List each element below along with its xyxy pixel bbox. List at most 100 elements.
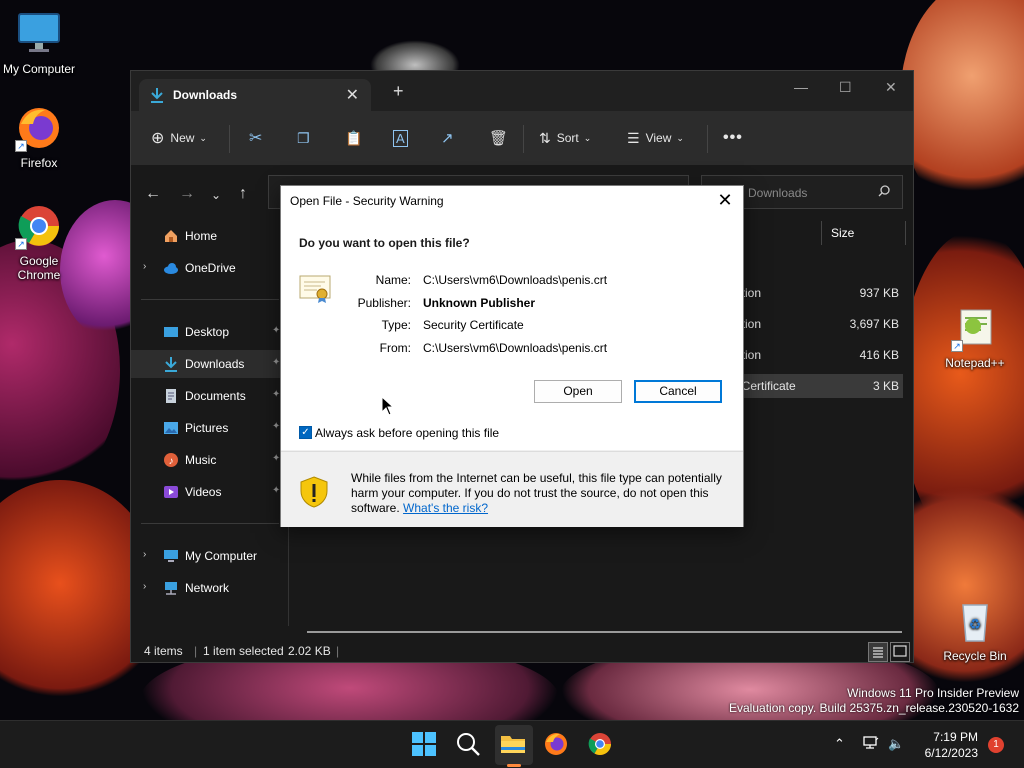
maximize-button[interactable]: ☐: [839, 79, 852, 96]
toolbar-divider: [523, 125, 524, 153]
network-status-icon[interactable]: [863, 736, 879, 753]
search-button[interactable]: [455, 731, 483, 759]
close-window-button[interactable]: ✕: [885, 79, 897, 96]
recent-locations-chevron-icon[interactable]: ⌄: [211, 188, 221, 202]
taskbar-file-explorer[interactable]: [500, 731, 528, 759]
desktop-icon-chrome[interactable]: ↗ Google Chrome: [1, 202, 77, 282]
file-row[interactable]: cation 3,697 KB: [729, 312, 903, 336]
sidebar-item-documents[interactable]: Documents ✦: [131, 382, 289, 410]
file-row[interactable]: cation 416 KB: [729, 343, 903, 367]
sidebar-item-downloads[interactable]: Downloads ✦: [131, 350, 289, 378]
sidebar-item-home[interactable]: Home: [131, 222, 289, 250]
always-ask-label: Always ask before opening this file: [315, 426, 500, 440]
rename-button[interactable]: A: [393, 127, 408, 149]
taskbar-chrome[interactable]: [587, 731, 615, 759]
chevron-right-icon[interactable]: ›: [143, 581, 146, 592]
share-button[interactable]: ↗: [441, 127, 454, 149]
toolbar-divider: [229, 125, 230, 153]
sort-icon: ⇅: [539, 129, 551, 146]
download-icon: [163, 356, 179, 372]
desktop-folder-icon: [163, 324, 179, 340]
chevron-down-icon: ⌄: [676, 132, 684, 143]
system-clock[interactable]: 7:19 PM 6/12/2023: [918, 729, 978, 761]
chevron-right-icon[interactable]: ›: [143, 261, 146, 272]
sidebar-item-music[interactable]: ♪ Music ✦: [131, 446, 289, 474]
show-hidden-icons-chevron-icon[interactable]: ⌃: [834, 736, 845, 752]
more-options-button[interactable]: •••: [723, 127, 743, 149]
up-arrow-icon[interactable]: ↑: [239, 185, 247, 203]
minimize-button[interactable]: —: [794, 79, 808, 95]
view-button[interactable]: ☰ View ⌄: [627, 127, 684, 149]
new-tab-button[interactable]: +: [393, 82, 404, 100]
folder-icon: [501, 736, 525, 753]
column-separator[interactable]: [821, 221, 822, 245]
notification-badge[interactable]: 1: [988, 737, 1004, 753]
sidebar-item-label: Documents: [185, 389, 246, 403]
column-header-size[interactable]: Size: [831, 226, 854, 240]
sort-button[interactable]: ⇅ Sort ⌄: [539, 127, 591, 149]
close-tab-icon[interactable]: ✕: [346, 85, 359, 105]
from-value: C:\Users\vm6\Downloads\penis.crt: [423, 341, 608, 355]
always-ask-checkbox[interactable]: ✓: [299, 426, 312, 439]
sidebar-item-my-computer[interactable]: › My Computer: [131, 542, 289, 570]
plus-circle-icon: ⊕: [151, 130, 165, 147]
video-icon: [163, 484, 179, 500]
column-separator[interactable]: [905, 221, 906, 245]
chevron-right-icon[interactable]: ›: [143, 549, 146, 560]
details-view-button[interactable]: [868, 642, 888, 662]
desktop-icon-recycle-bin[interactable]: ♻ Recycle Bin: [937, 597, 1013, 663]
whats-the-risk-link[interactable]: What's the risk?: [403, 501, 488, 515]
svg-text:♪: ♪: [169, 456, 174, 467]
sidebar-item-network[interactable]: › Network: [131, 574, 289, 602]
taskbar: ⌃ 🔈 7:19 PM 6/12/2023 1: [0, 720, 1024, 768]
cancel-button[interactable]: Cancel: [634, 380, 722, 403]
dialog-body: Do you want to open this file? Name: C:\…: [281, 216, 743, 450]
sidebar-item-videos[interactable]: Videos ✦: [131, 478, 289, 506]
notepadpp-icon: ↗: [951, 304, 999, 352]
file-row[interactable]: cation 937 KB: [729, 281, 903, 305]
type-value: Security Certificate: [423, 318, 524, 332]
network-icon: [163, 580, 179, 596]
active-app-indicator: [507, 764, 521, 767]
back-arrow-icon[interactable]: ←: [145, 185, 161, 203]
copy-button[interactable]: ❐: [297, 127, 310, 149]
tab-downloads[interactable]: Downloads ✕: [139, 79, 371, 111]
clock-time: 7:19 PM: [933, 730, 978, 744]
desktop-icon-label: My Computer: [2, 62, 76, 76]
sidebar-item-onedrive[interactable]: › OneDrive: [131, 254, 289, 282]
rename-icon: A: [393, 129, 408, 147]
status-bar: 4 items | 1 item selected 2.02 KB |: [131, 639, 913, 663]
open-button[interactable]: Open: [534, 380, 622, 403]
shortcut-arrow-icon: ↗: [15, 140, 27, 152]
file-size: 937 KB: [859, 286, 899, 300]
file-size: 416 KB: [859, 348, 899, 362]
details-view-icon: [873, 647, 883, 658]
new-button[interactable]: ⊕ New ⌄: [151, 127, 207, 149]
sidebar-item-desktop[interactable]: Desktop ✦: [131, 318, 289, 346]
taskbar-firefox[interactable]: [543, 731, 571, 759]
sidebar-item-label: Home: [185, 229, 218, 243]
tiles-view-icon: [893, 645, 907, 657]
dialog-close-icon[interactable]: ✕: [715, 190, 735, 210]
forward-arrow-icon[interactable]: →: [179, 185, 195, 203]
start-button[interactable]: [411, 731, 439, 759]
sidebar-item-pictures[interactable]: Pictures ✦: [131, 414, 289, 442]
file-row-selected[interactable]: ty Certificate 3 KB: [729, 374, 903, 398]
search-placeholder: Downloads: [748, 186, 808, 200]
desktop-icon-my-computer[interactable]: My Computer: [1, 10, 77, 76]
clock-date: 6/12/2023: [924, 746, 978, 760]
document-icon: [163, 388, 179, 404]
delete-button[interactable]: 🗑: [489, 127, 508, 149]
tiles-view-button[interactable]: [890, 642, 910, 662]
home-icon: [163, 228, 179, 244]
chrome-icon: ↗: [15, 202, 63, 250]
cloud-icon: [163, 260, 179, 276]
horizontal-scrollbar[interactable]: [307, 631, 902, 633]
view-label: View: [645, 131, 672, 145]
volume-icon[interactable]: 🔈: [888, 736, 904, 752]
desktop-icon-firefox[interactable]: ↗ Firefox: [1, 104, 77, 170]
desktop-icon-notepadpp[interactable]: ↗ Notepad++: [937, 304, 1013, 370]
file-size: 3,697 KB: [849, 317, 899, 331]
cut-button[interactable]: ✂: [249, 127, 262, 149]
paste-button[interactable]: 📋: [345, 127, 362, 149]
